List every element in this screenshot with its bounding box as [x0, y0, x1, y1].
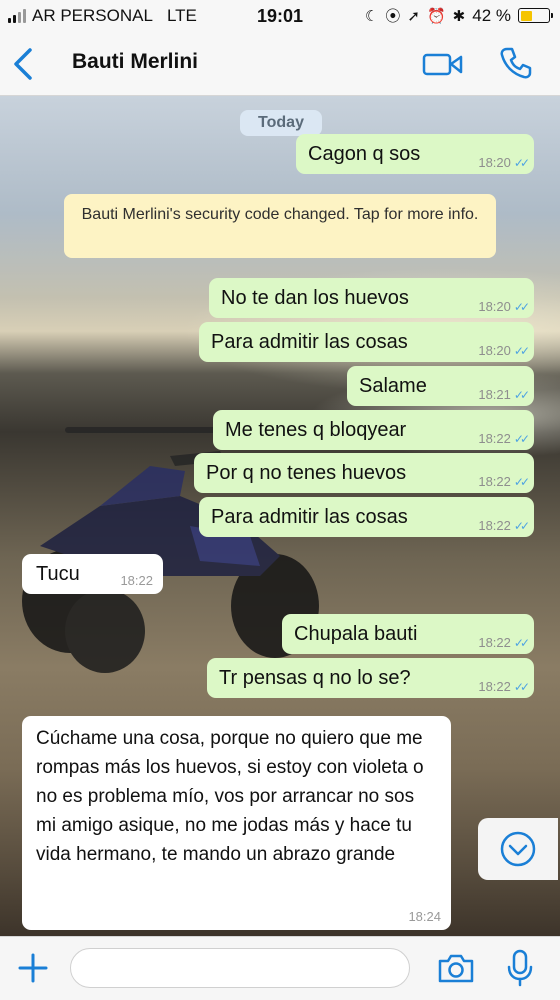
message-time: 18:20 — [478, 299, 511, 314]
alarm-icon: ⏰ — [426, 7, 446, 25]
message-time: 18:21 — [478, 387, 511, 402]
outgoing-message[interactable]: Salame 18:21 ✓✓ — [347, 366, 534, 406]
read-receipt-icon: ✓✓ — [513, 680, 530, 694]
message-text: Para admitir las cosas — [211, 506, 408, 528]
message-time: 18:20 — [478, 343, 511, 358]
message-meta: 18:22 ✓✓ — [478, 518, 530, 534]
message-meta: 18:22 ✓✓ — [478, 431, 530, 447]
message-text: Tucu — [36, 563, 80, 585]
read-receipt-icon: ✓✓ — [513, 475, 530, 489]
outgoing-message[interactable]: Me tenes q bloqyear 18:22 ✓✓ — [213, 410, 534, 450]
security-code-notice[interactable]: Bauti Merlini's security code changed. T… — [64, 194, 496, 258]
video-call-icon[interactable] — [422, 48, 464, 80]
message-text: No te dan los huevos — [221, 287, 409, 309]
message-time: 18:20 — [478, 155, 511, 170]
message-meta: 18:22 ✓✓ — [478, 679, 530, 695]
scroll-to-bottom-button[interactable] — [478, 818, 558, 880]
outgoing-message[interactable]: No te dan los huevos 18:20 ✓✓ — [209, 278, 534, 318]
moon-icon: ☾ — [364, 7, 379, 25]
message-text: Por q no tenes huevos — [206, 462, 407, 484]
message-text: Me tenes q bloqyear — [225, 419, 407, 441]
outgoing-message[interactable]: Por q no tenes huevos 18:22 ✓✓ — [194, 453, 534, 493]
message-meta: 18:21 ✓✓ — [478, 387, 530, 403]
message-time: 18:22 — [478, 635, 511, 650]
message-meta: 18:22 ✓✓ — [478, 474, 530, 490]
message-meta: 18:20 ✓✓ — [478, 155, 530, 171]
message-time: 18:22 — [478, 474, 511, 489]
message-time: 18:22 — [478, 679, 511, 694]
message-input[interactable] — [70, 948, 410, 988]
message-time: 18:22 — [478, 518, 511, 533]
read-receipt-icon: ✓✓ — [513, 388, 530, 402]
plus-icon[interactable] — [16, 951, 50, 985]
message-text: Tr pensas q no lo se? — [219, 667, 411, 689]
back-chevron-icon[interactable] — [10, 46, 40, 82]
read-receipt-icon: ✓✓ — [513, 300, 530, 314]
read-receipt-icon: ✓✓ — [513, 432, 530, 446]
message-text: Chupala bauti — [294, 623, 418, 645]
chat-area[interactable]: Today Cagon q sos 18:20 ✓✓ Bauti Merlini'… — [0, 96, 560, 936]
outgoing-message[interactable]: Chupala bauti 18:22 ✓✓ — [282, 614, 534, 654]
location-icon: ⦿ — [385, 8, 401, 25]
message-meta: 18:20 ✓✓ — [478, 343, 530, 359]
scroll-down-chevron-icon — [500, 831, 536, 867]
message-text: Cúchame una cosa, porque no quiero que m… — [36, 728, 424, 865]
contact-name[interactable]: Bauti Merlini — [72, 50, 198, 74]
microphone-icon[interactable] — [504, 948, 536, 988]
bluetooth-icon: ✱ — [452, 7, 466, 25]
battery-icon — [518, 8, 553, 23]
incoming-message[interactable]: Cúchame una cosa, porque no quiero que m… — [22, 716, 451, 930]
message-time: 18:24 — [408, 909, 441, 924]
message-time: 18:22 — [478, 431, 511, 446]
read-receipt-icon: ✓✓ — [513, 519, 530, 533]
read-receipt-icon: ✓✓ — [513, 636, 530, 650]
chat-header: Bauti Merlini — [0, 32, 560, 96]
status-bar: AR PERSONAL LTE 19:01 ☾ ⦿ ➚ ⏰ ✱ 42 % — [0, 0, 560, 32]
message-text: Para admitir las cosas — [211, 331, 408, 353]
outgoing-message[interactable]: Para admitir las cosas 18:22 ✓✓ — [199, 497, 534, 537]
outgoing-message[interactable]: Cagon q sos 18:20 ✓✓ — [296, 134, 534, 174]
outgoing-message[interactable]: Tr pensas q no lo se? 18:22 ✓✓ — [207, 658, 534, 698]
day-label: Today — [240, 110, 322, 136]
input-bar — [0, 936, 560, 1000]
arrow-icon: ➚ — [407, 7, 420, 25]
message-meta: 18:20 ✓✓ — [478, 299, 530, 315]
outgoing-message[interactable]: Para admitir las cosas 18:20 ✓✓ — [199, 322, 534, 362]
message-text: Salame — [359, 375, 427, 397]
read-receipt-icon: ✓✓ — [513, 344, 530, 358]
battery-percent: 42 % — [472, 5, 511, 25]
message-text: Cagon q sos — [308, 143, 421, 165]
message-time: 18:22 — [120, 573, 153, 588]
message-meta: 18:22 ✓✓ — [478, 635, 530, 651]
phone-icon[interactable] — [498, 45, 534, 81]
status-bar-right: ☾ ⦿ ➚ ⏰ ✱ 42 % — [364, 5, 553, 26]
incoming-message[interactable]: Tucu 18:22 — [22, 554, 163, 594]
read-receipt-icon: ✓✓ — [513, 156, 530, 170]
camera-icon[interactable] — [436, 951, 476, 985]
